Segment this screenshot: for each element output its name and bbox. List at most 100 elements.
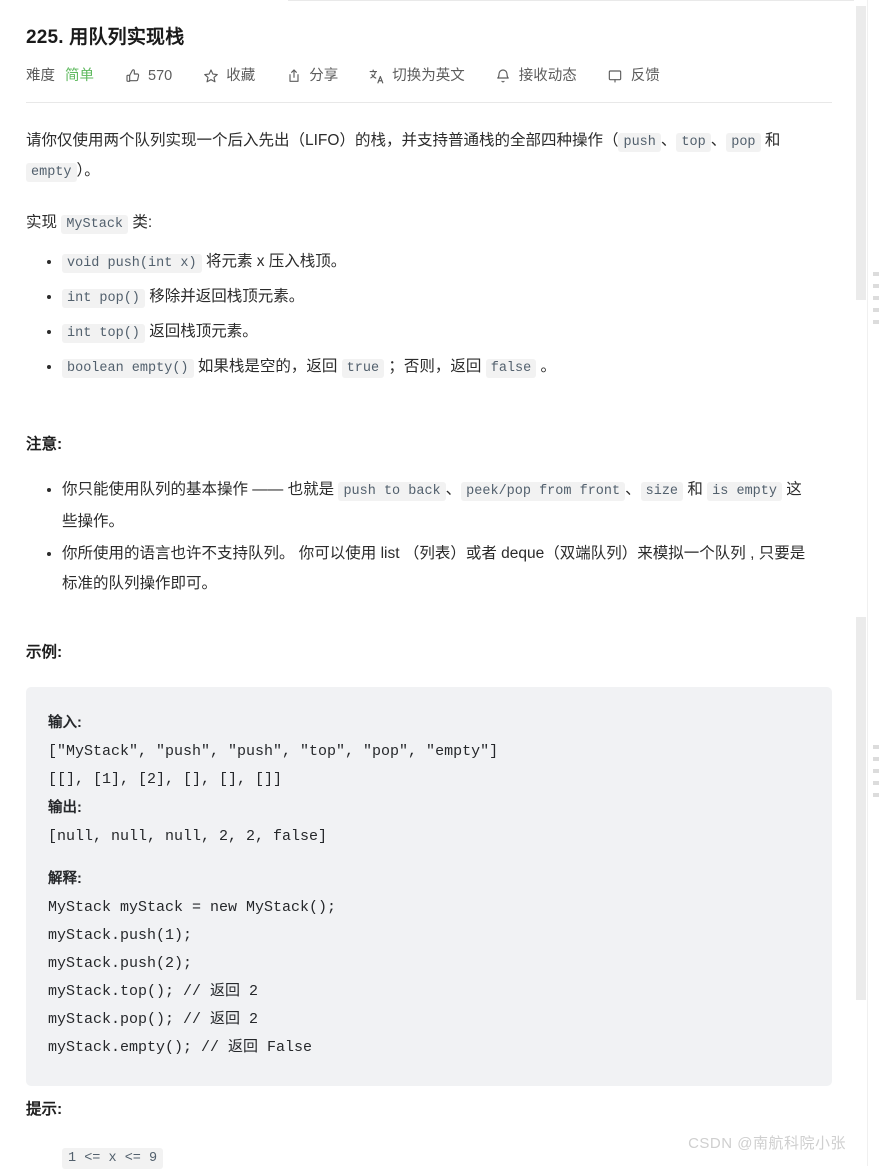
method-desc-a: 如果栈是空的，返回 [197,358,338,375]
note-list: 你只能使用队列的基本操作 —— 也就是 push to back、peek/po… [0,475,854,599]
problem-description: 请你仅使用两个队列实现一个后入先出（LIFO）的栈，并支持普通栈的全部四种操作（… [0,127,854,383]
example-code-block: 输入: ["MyStack", "push", "push", "top", "… [26,687,832,1086]
share-label: 分享 [309,68,339,84]
thumbs-up-icon [124,68,141,85]
example-input-line-1: ["MyStack", "push", "push", "top", "pop"… [48,743,499,760]
scroll-mark [873,284,879,288]
code-is-empty: is empty [707,482,782,501]
feedback-button[interactable]: 反馈 [607,66,660,86]
code-peek-pop-front: peek/pop from front [461,482,626,501]
scroll-mark [873,769,879,773]
favorite-button[interactable]: 收藏 [202,66,255,86]
example-explain-line: myStack.top(); // 返回 2 [48,983,259,1000]
list-item: int pop() 移除并返回栈顶元素。 [62,282,826,313]
method-desc: 将元素 x 压入栈顶。 [205,253,347,270]
code-mystack: MyStack [61,215,129,234]
translate-icon [368,68,385,85]
description-paragraph-1: 请你仅使用两个队列实现一个后入先出（LIFO）的栈，并支持普通栈的全部四种操作（… [26,127,826,187]
code-empty: empty [26,163,77,182]
method-desc-b: ；否则，返回 [388,358,482,375]
note-text-a: 你只能使用队列的基本操作 —— 也就是 [62,481,335,498]
note-and: 和 [687,481,703,498]
method-desc: 返回栈顶元素。 [149,323,258,340]
share-icon [285,68,302,85]
outer-scrollbar-track[interactable] [867,0,882,1166]
scroll-mark [873,781,879,785]
share-button[interactable]: 分享 [285,66,338,86]
outer-scrollbar-marks [873,745,879,797]
example-explain-line: myStack.push(2); [48,955,193,972]
scroll-mark [873,757,879,761]
translate-label: 切换为英文 [392,68,465,84]
favorite-label: 收藏 [226,68,256,84]
method-signature: void push(int x) [62,254,202,273]
desc-text-1: 请你仅使用两个队列实现一个后入先出（LIFO）的栈，并支持普通栈的全部四种操作（ [26,132,619,149]
code-push: push [618,133,661,152]
code-true: true [341,359,385,378]
problem-toolbar: 难度 简单 570 收藏 分享 切换为英文 接收动态 反馈 [0,52,854,86]
scroll-mark [873,320,879,324]
comment-icon [607,68,624,85]
scroll-mark [873,272,879,276]
example-output-line: [null, null, null, 2, 2, false] [48,828,328,845]
method-desc-c: 。 [540,358,557,375]
example-explain-line: myStack.pop(); // 返回 2 [48,1011,259,1028]
subscribe-button[interactable]: 接收动态 [495,66,577,86]
desc-text-2-end: 类: [132,214,153,231]
desc-text-2: 实现 [26,214,58,231]
code-false: false [485,359,537,378]
bell-icon [495,68,512,85]
note-sep-2: 、 [625,481,641,498]
inner-scrollbar-thumb[interactable] [856,6,866,300]
list-item: void push(int x) 将元素 x 压入栈顶。 [62,247,826,278]
example-explain-line: myStack.empty(); // 返回 False [48,1039,313,1056]
problem-page: 225. 用队列实现栈 难度 简单 570 收藏 分享 切换为英文 接收动态 反… [0,0,882,1169]
example-explain-line: MyStack myStack = new MyStack(); [48,899,337,916]
description-paragraph-2: 实现 MyStack 类: [26,209,826,239]
page-title: 225. 用队列实现栈 [26,27,185,48]
inner-scrollbar-thumb[interactable] [856,617,866,1000]
example-heading: 示例: [26,644,63,661]
hints-heading: 提示: [26,1101,63,1118]
scroll-mark [873,793,879,797]
example-output-label: 输出: [48,800,82,816]
method-desc: 移除并返回栈顶元素。 [149,288,305,305]
scroll-mark [873,308,879,312]
scroll-mark [873,296,879,300]
code-size: size [640,482,684,501]
outer-scrollbar-marks [873,272,879,324]
method-signature: int top() [62,324,145,343]
note-item-2: 你所使用的语言也许不支持队列。 你可以使用 list （列表）或者 deque（… [62,545,806,592]
difficulty-badge[interactable]: 简单 [65,66,94,86]
list-item: 你只能使用队列的基本操作 —— 也就是 push to back、peek/po… [62,475,814,537]
list-item: int top() 返回栈顶元素。 [62,317,826,348]
example-explain-label: 解释: [48,871,82,887]
scroll-mark [873,745,879,749]
csdn-watermark: CSDN @南航科院小张 [688,1135,846,1152]
like-count: 570 [148,68,173,84]
difficulty-label-text: 难度 [26,68,55,84]
code-push-to-back: push to back [338,482,446,501]
example-explain-line: myStack.push(1); [48,927,193,944]
method-signature: int pop() [62,289,145,308]
like-button[interactable]: 570 [124,66,172,86]
feedback-label: 反馈 [630,68,660,84]
desc-text-1-end: ）。 [76,162,100,179]
example-spacer [48,851,810,865]
method-signature: boolean empty() [62,359,194,378]
desc-sep-1: 、 [660,132,677,149]
method-list: void push(int x) 将元素 x 压入栈顶。 int pop() 移… [26,247,826,383]
difficulty-label: 难度 [26,66,55,86]
list-item: 你所使用的语言也许不支持队列。 你可以使用 list （列表）或者 deque（… [62,539,814,599]
subscribe-label: 接收动态 [518,68,577,84]
star-icon [202,68,219,85]
translate-button[interactable]: 切换为英文 [368,66,465,86]
desc-and: 和 [764,132,781,149]
toolbar-divider [26,102,832,103]
example-input-line-2: [[], [1], [2], [], [], []] [48,771,283,788]
note-sep-1: 、 [445,481,462,498]
note-heading: 注意: [26,436,63,453]
list-item: boolean empty() 如果栈是空的，返回 true ；否则，返回 fa… [62,352,826,383]
code-top: top [676,133,711,152]
problem-content: 225. 用队列实现栈 难度 简单 570 收藏 分享 切换为英文 接收动态 反… [0,0,854,1086]
